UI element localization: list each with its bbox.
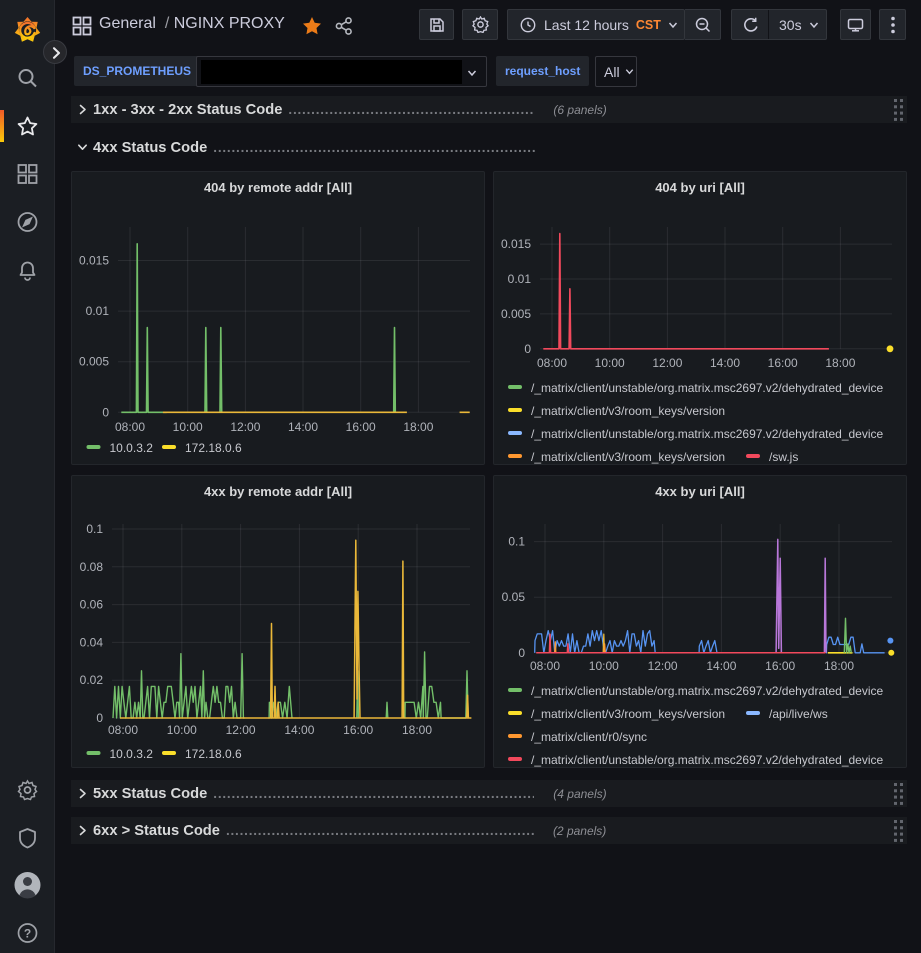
- svg-text:16:00: 16:00: [768, 356, 798, 370]
- svg-text:08:00: 08:00: [537, 356, 567, 370]
- svg-text:0: 0: [96, 711, 103, 725]
- svg-text:0.005: 0.005: [79, 355, 109, 369]
- svg-text:14:00: 14:00: [706, 659, 736, 673]
- svg-text:/api/live/ws: /api/live/ws: [769, 707, 828, 721]
- svg-text:0.04: 0.04: [80, 635, 104, 649]
- svg-text:0.01: 0.01: [86, 304, 110, 318]
- svg-text:/_matrix/client/v3/room_keys/v: /_matrix/client/v3/room_keys/version: [531, 404, 725, 418]
- svg-text:/sw.js: /sw.js: [769, 450, 798, 464]
- svg-text:0: 0: [518, 646, 525, 660]
- svg-text:08:00: 08:00: [115, 420, 145, 434]
- svg-text:0.015: 0.015: [79, 254, 109, 268]
- svg-text:16:00: 16:00: [765, 659, 795, 673]
- svg-text:0.01: 0.01: [508, 272, 532, 286]
- svg-text:/_matrix/client/unstable/org.m: /_matrix/client/unstable/org.matrix.msc2…: [531, 427, 884, 441]
- svg-text:16:00: 16:00: [343, 723, 373, 737]
- svg-text:/_matrix/client/v3/room_keys/v: /_matrix/client/v3/room_keys/version: [531, 707, 725, 721]
- svg-text:0.1: 0.1: [508, 535, 525, 549]
- svg-text:0.1: 0.1: [86, 522, 103, 536]
- svg-text:08:00: 08:00: [530, 659, 560, 673]
- svg-text:10.0.3.2: 10.0.3.2: [110, 441, 154, 455]
- svg-text:10.0.3.2: 10.0.3.2: [110, 747, 154, 761]
- svg-text:12:00: 12:00: [226, 723, 256, 737]
- svg-text:14:00: 14:00: [284, 723, 314, 737]
- svg-text:/_matrix/client/v3/room_keys/v: /_matrix/client/v3/room_keys/version: [531, 450, 725, 464]
- svg-text:18:00: 18:00: [825, 356, 855, 370]
- svg-text:0.015: 0.015: [501, 237, 531, 251]
- svg-text:/_matrix/client/r0/sync: /_matrix/client/r0/sync: [531, 730, 647, 744]
- svg-text:/_matrix/client/unstable/org.m: /_matrix/client/unstable/org.matrix.msc2…: [531, 753, 884, 767]
- svg-text:10:00: 10:00: [589, 659, 619, 673]
- svg-text:0.005: 0.005: [501, 307, 531, 321]
- svg-text:0: 0: [102, 405, 109, 419]
- svg-text:0.08: 0.08: [80, 560, 104, 574]
- svg-text:0.06: 0.06: [80, 598, 104, 612]
- svg-text:172.18.0.6: 172.18.0.6: [185, 747, 242, 761]
- svg-text:18:00: 18:00: [824, 659, 854, 673]
- svg-text:10:00: 10:00: [595, 356, 625, 370]
- svg-text:0.02: 0.02: [80, 673, 104, 687]
- svg-text:14:00: 14:00: [288, 420, 318, 434]
- svg-text:12:00: 12:00: [652, 356, 682, 370]
- svg-text:/_matrix/client/unstable/org.m: /_matrix/client/unstable/org.matrix.msc2…: [531, 684, 884, 698]
- svg-text:0.05: 0.05: [502, 590, 526, 604]
- svg-text:10:00: 10:00: [167, 723, 197, 737]
- svg-text:08:00: 08:00: [108, 723, 138, 737]
- svg-text:14:00: 14:00: [710, 356, 740, 370]
- svg-text:0: 0: [524, 342, 531, 356]
- svg-text:16:00: 16:00: [346, 420, 376, 434]
- svg-text:/_matrix/client/unstable/org.m: /_matrix/client/unstable/org.matrix.msc2…: [531, 381, 884, 395]
- svg-text:?: ?: [24, 927, 31, 941]
- svg-text:12:00: 12:00: [230, 420, 260, 434]
- svg-text:12:00: 12:00: [648, 659, 678, 673]
- svg-text:18:00: 18:00: [403, 420, 433, 434]
- svg-text:10:00: 10:00: [173, 420, 203, 434]
- svg-text:172.18.0.6: 172.18.0.6: [185, 441, 242, 455]
- svg-text:18:00: 18:00: [402, 723, 432, 737]
